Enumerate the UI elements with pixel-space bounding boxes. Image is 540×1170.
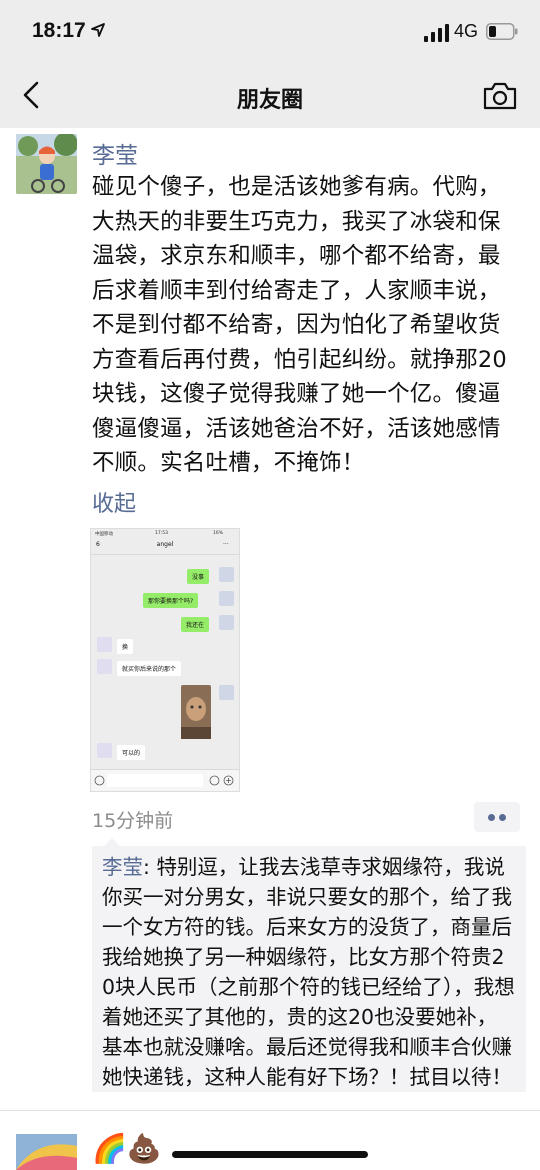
battery-icon [486, 23, 518, 40]
image-avatar [97, 743, 112, 758]
image-contact-name: angel [156, 541, 174, 548]
image-more-icon: ··· [223, 541, 229, 548]
image-avatar [219, 685, 234, 700]
image-battery: 16% [213, 531, 224, 536]
image-message: 就买你后来说的那个 [117, 661, 182, 676]
post-divider [0, 1110, 540, 1111]
image-plus-icon [223, 775, 234, 786]
next-post-text: 🌈💩 [92, 1132, 162, 1165]
image-emoji-icon [209, 775, 220, 786]
home-indicator[interactable] [172, 1151, 368, 1158]
comment-text: 特别逗，让我去浅草寺求姻缘符，我说你买一对分男女，非说只要女的那个，给了我一个女… [102, 855, 515, 1089]
page-title: 朋友圈 [236, 88, 303, 113]
comment-box: 李莹: 特别逗，让我去浅草寺求姻缘符，我说你买一对分男女，非说只要女的那个，给了… [92, 846, 526, 1092]
dot-icon [499, 814, 506, 821]
image-avatar [97, 637, 112, 652]
signal-icon [424, 24, 449, 42]
image-input-bar [91, 769, 239, 791]
camera-icon[interactable] [482, 81, 518, 111]
network-label: 4G [454, 21, 479, 41]
status-bar: 18:17 4G [0, 0, 540, 64]
nav-bar: 朋友圈 [0, 64, 540, 128]
image-status-bar: 中国移动 17:53 16% [91, 529, 239, 538]
collapse-link[interactable]: 收起 [92, 486, 136, 518]
comment-author[interactable]: 李莹 [102, 855, 143, 879]
status-time: 18:17 [32, 19, 86, 42]
image-avatar [97, 659, 112, 674]
post-image[interactable]: 中国移动 17:53 16% 6 angel ··· 没事 那你要换那个吗? 我… [90, 528, 240, 792]
image-avatar [219, 615, 234, 630]
next-post-avatar[interactable] [16, 1134, 77, 1170]
post-text: 碰见个傻子，也是活该她爹有病。代购，大热天的非要生巧克力，我买了冰袋和保温袋，求… [92, 174, 507, 476]
more-actions-button[interactable] [474, 802, 520, 832]
image-message: 换 [117, 639, 134, 654]
post-time: 15分钟前 [92, 810, 174, 832]
image-avatar [219, 567, 234, 582]
image-message: 我还在 [181, 617, 210, 632]
image-carrier: 中国移动 [95, 532, 113, 537]
avatar[interactable] [16, 134, 77, 194]
image-time: 17:53 [155, 531, 168, 536]
image-message: 没事 [187, 569, 210, 584]
image-voice-icon [94, 775, 105, 786]
avatar-photo [16, 134, 77, 194]
comment-separator: : [143, 855, 157, 879]
post-author[interactable]: 李莹 [92, 136, 138, 170]
comment-arrow [104, 838, 120, 846]
image-text-input [107, 774, 203, 787]
image-chat-header: 6 angel ··· [91, 538, 239, 555]
image-message: 可以的 [117, 745, 146, 760]
comment[interactable]: 李莹: 特别逗，让我去浅草寺求姻缘符，我说你买一对分男女，非说只要女的那个，给了… [102, 852, 516, 1092]
location-arrow-icon [91, 23, 105, 37]
image-video-thumbnail [181, 685, 211, 739]
image-avatar [219, 591, 234, 606]
dot-icon [488, 814, 495, 821]
image-message: 那你要换那个吗? [143, 593, 199, 608]
